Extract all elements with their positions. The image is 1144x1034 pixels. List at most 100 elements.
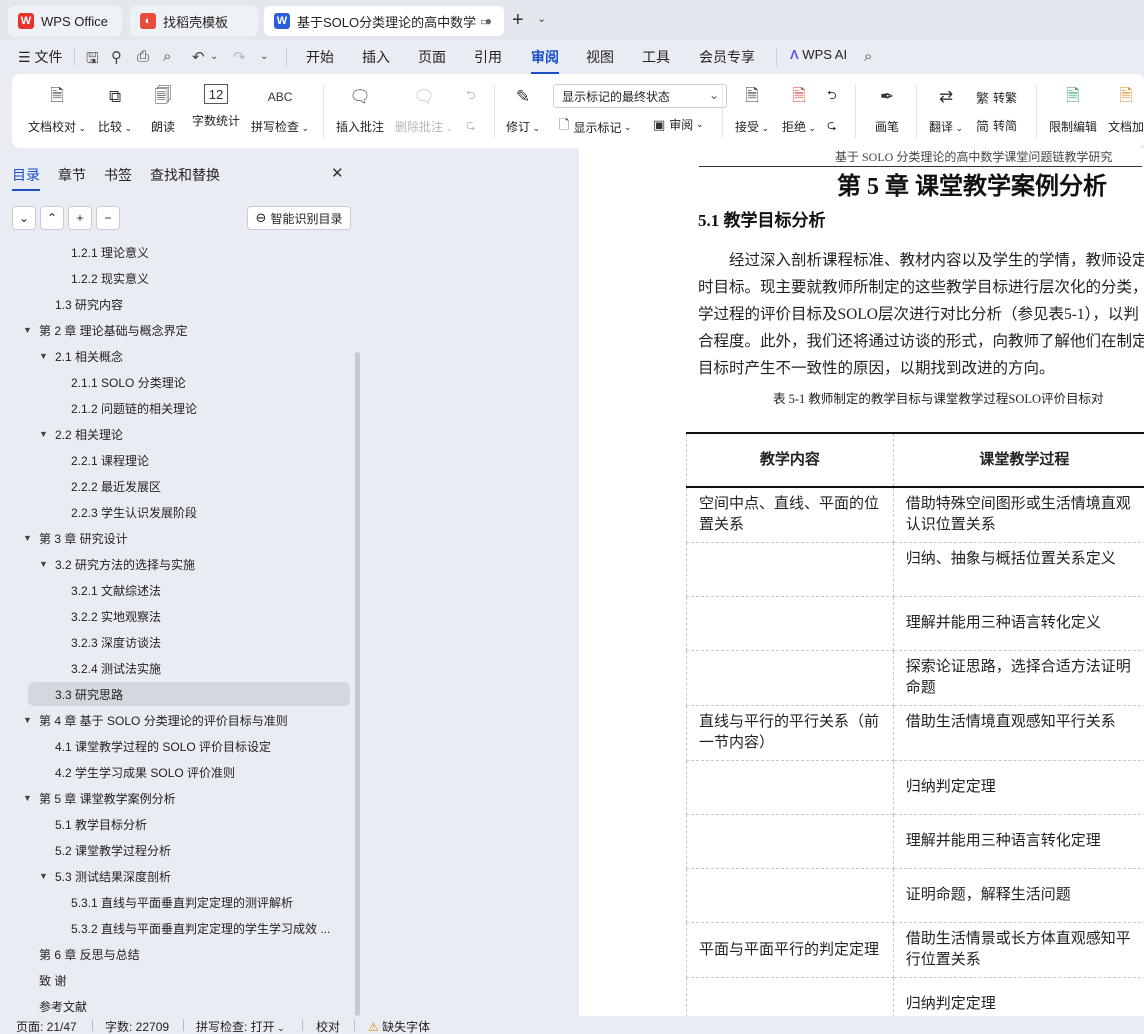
expand-arrow-icon[interactable]: ▼ bbox=[23, 715, 32, 725]
toc-item[interactable]: 1.2.1 理论意义 bbox=[0, 244, 350, 264]
toc-item[interactable]: 4.2 学生学习成果 SOLO 评价准则 bbox=[0, 760, 350, 784]
translate-button[interactable]: ⇄ 翻译 ⌄ bbox=[929, 84, 963, 135]
close-icon[interactable]: ✕ bbox=[331, 164, 344, 182]
toc-item[interactable]: 3.3 研究思路 bbox=[28, 682, 350, 706]
review-pane-button[interactable]: ▣ 审阅 ⌄ bbox=[653, 116, 703, 133]
restrict-edit-button[interactable]: 🗎 限制编辑 bbox=[1049, 84, 1097, 135]
accept-button[interactable]: 🗎 接受 ⌄ bbox=[735, 84, 769, 135]
close-tab-icon[interactable]: ● bbox=[485, 14, 492, 28]
new-tab-icon[interactable]: + bbox=[512, 10, 524, 30]
prev-change-icon[interactable]: ⮌ bbox=[827, 86, 837, 107]
toc-item[interactable]: 5.1 教学目标分析 bbox=[0, 812, 350, 836]
expand-arrow-icon[interactable]: ▼ bbox=[39, 429, 48, 439]
document-page[interactable]: 基于 SOLO 分类理论的高中数学课堂问题链教学研究 第 5 章 课堂教学案例分… bbox=[579, 148, 1144, 1016]
toc-item[interactable]: 3.2.1 文献综述法 bbox=[0, 578, 350, 602]
menu-insert[interactable]: 插入 bbox=[362, 47, 390, 67]
toc-item[interactable]: 1.2.2 现实意义 bbox=[0, 266, 350, 290]
toc-item[interactable]: 致 谢 bbox=[0, 968, 350, 992]
menu-references[interactable]: 引用 bbox=[474, 47, 502, 67]
delete-comment-button[interactable]: 🗨 删除批注 ⌄ bbox=[395, 84, 453, 135]
toc-item[interactable]: ▼ 第 4 章 基于 SOLO 分类理论的评价目标与准则 bbox=[0, 708, 350, 732]
toc-item[interactable]: ▼ 3.2 研究方法的选择与实施 bbox=[0, 552, 350, 576]
print-icon[interactable]: ⎙ bbox=[137, 48, 149, 65]
collapse-chevron-down-icon[interactable]: ⌄ bbox=[12, 206, 36, 230]
save-icon[interactable]: 🖫 bbox=[86, 48, 99, 73]
menu-page[interactable]: 页面 bbox=[418, 47, 446, 67]
add-level-icon[interactable]: + bbox=[68, 206, 92, 230]
file-menu[interactable]: ☰ 文件 bbox=[18, 47, 62, 67]
menu-tools[interactable]: 工具 bbox=[642, 47, 670, 67]
markup-mode-select[interactable]: 显示标记的最终状态 ⌄ bbox=[553, 84, 727, 108]
menu-view[interactable]: 视图 bbox=[586, 47, 614, 67]
compare-button[interactable]: ⧉ 比较 ⌄ bbox=[98, 84, 132, 135]
toc-item[interactable]: 4.1 课堂教学过程的 SOLO 评价目标设定 bbox=[0, 734, 350, 758]
expand-arrow-icon[interactable]: ▼ bbox=[39, 351, 48, 361]
undo-icon[interactable]: ↶ bbox=[192, 48, 205, 66]
page-indicator[interactable]: 页面: 21/47 bbox=[16, 1018, 77, 1034]
toc-item[interactable]: ▼ 5.3 测试结果深度剖析 bbox=[0, 864, 350, 888]
tab-wps-office[interactable]: W WPS Office bbox=[8, 6, 122, 36]
to-simplified-button[interactable]: 简转简 bbox=[976, 116, 1017, 135]
tab-bookmarks[interactable]: 书签 bbox=[104, 165, 132, 185]
tab-sections[interactable]: 章节 bbox=[58, 165, 86, 185]
wps-ai-button[interactable]: Ʌ WPS AI bbox=[790, 47, 847, 62]
toc-item[interactable]: 2.2.1 课程理论 bbox=[0, 448, 350, 472]
word-count-status[interactable]: 字数: 22709 bbox=[105, 1018, 169, 1034]
doc-proof-button[interactable]: 🗎 文档校对 ⌄ bbox=[28, 84, 86, 135]
toc-item[interactable]: 3.2.4 测试法实施 bbox=[0, 656, 350, 680]
track-changes-button[interactable]: ✎ 修订 ⌄ bbox=[506, 84, 540, 135]
toc-item[interactable]: 5.2 课堂教学过程分析 bbox=[0, 838, 350, 862]
menu-review[interactable]: 审阅 bbox=[531, 47, 559, 74]
proof-status[interactable]: 校对 bbox=[316, 1018, 340, 1034]
toc-item[interactable]: 2.2.2 最近发展区 bbox=[0, 474, 350, 498]
expand-arrow-icon[interactable]: ▼ bbox=[39, 559, 48, 569]
toc-item[interactable]: ▼ 2.2 相关理论 bbox=[0, 422, 350, 446]
print-preview-icon[interactable]: ⌕ bbox=[163, 48, 171, 65]
toc-item[interactable]: 第 6 章 反思与总结 bbox=[0, 942, 350, 966]
chevron-down-icon[interactable]: ⌄ bbox=[537, 12, 546, 25]
pen-button[interactable]: ✒ 画笔 bbox=[874, 84, 900, 135]
toc-item[interactable]: ▼ 第 3 章 研究设计 bbox=[0, 526, 350, 550]
reject-button[interactable]: 🗎 拒绝 ⌄ bbox=[782, 84, 816, 135]
ai-toc-button[interactable]: ⊖ 智能识别目录 bbox=[247, 206, 351, 230]
word-count-button[interactable]: 12 字数统计 bbox=[192, 84, 240, 129]
tab-docer[interactable]: ◐ 找稻壳模板 bbox=[130, 6, 258, 36]
toc-item[interactable]: 3.2.2 实地观察法 bbox=[0, 604, 350, 628]
search-icon[interactable]: ⌕ bbox=[864, 48, 872, 65]
redo-icon[interactable]: ↷ bbox=[233, 48, 246, 66]
expand-arrow-icon[interactable]: ▼ bbox=[23, 325, 32, 335]
toc-item[interactable]: 参考文献 bbox=[0, 994, 350, 1016]
remove-level-icon[interactable]: − bbox=[96, 206, 120, 230]
doc-encrypt-button[interactable]: 🗎 文档加 bbox=[1108, 84, 1144, 135]
toc-item[interactable]: 5.3.1 直线与平面垂直判定定理的测评解析 bbox=[0, 890, 350, 914]
more-chevron-icon[interactable]: ⌄ bbox=[260, 51, 268, 62]
toc-item[interactable]: 2.2.3 学生认识发展阶段 bbox=[0, 500, 350, 524]
tab-find-replace[interactable]: 查找和替换 bbox=[150, 165, 220, 185]
undo-dropdown-icon[interactable]: ⌄ bbox=[210, 51, 218, 62]
toc-item[interactable]: 2.1.1 SOLO 分类理论 bbox=[0, 370, 350, 394]
toc-item[interactable]: 5.3.2 直线与平面垂直判定定理的学生学习成效 ... bbox=[0, 916, 350, 940]
tab-document[interactable]: W 基于SOLO分类理论的高中数学 ▭ ● bbox=[264, 6, 504, 36]
chevron-up-icon[interactable]: ⌃ bbox=[40, 206, 64, 230]
tab-toc[interactable]: 目录 bbox=[12, 165, 40, 191]
toc-item[interactable]: ▼ 2.1 相关概念 bbox=[0, 344, 350, 368]
next-change-icon[interactable]: ⮎ bbox=[827, 116, 837, 137]
toc-item[interactable]: 3.2.3 深度访谈法 bbox=[0, 630, 350, 654]
expand-arrow-icon[interactable]: ▼ bbox=[23, 533, 32, 543]
toc-item[interactable]: ▼ 第 5 章 课堂教学案例分析 bbox=[0, 786, 350, 810]
spell-check-status[interactable]: 拼写检查: 打开 ⌄ bbox=[196, 1018, 285, 1034]
toc-item[interactable]: ▼ 第 2 章 理论基础与概念界定 bbox=[0, 318, 350, 342]
expand-arrow-icon[interactable]: ▼ bbox=[39, 871, 48, 881]
read-aloud-button[interactable]: 🗐 朗读 bbox=[150, 84, 176, 135]
toc-item[interactable]: 2.1.2 问题链的相关理论 bbox=[0, 396, 350, 420]
show-markup-button[interactable]: 🗋 显示标记 ⌄ bbox=[559, 116, 632, 138]
expand-arrow-icon[interactable]: ▼ bbox=[23, 793, 32, 803]
menu-member[interactable]: 会员专享 bbox=[699, 47, 755, 67]
share-icon[interactable]: ⚲ bbox=[111, 48, 122, 66]
toc-item[interactable]: 1.3 研究内容 bbox=[0, 292, 350, 316]
sidebar-scrollbar[interactable] bbox=[355, 352, 360, 1016]
missing-font-status[interactable]: ⚠ 缺失字体 bbox=[368, 1018, 430, 1034]
spell-check-button[interactable]: ABC 拼写检查 ⌄ bbox=[251, 84, 309, 135]
next-comment-icon[interactable]: ⮎ bbox=[466, 116, 476, 137]
prev-comment-icon[interactable]: ⮌ bbox=[466, 86, 476, 107]
